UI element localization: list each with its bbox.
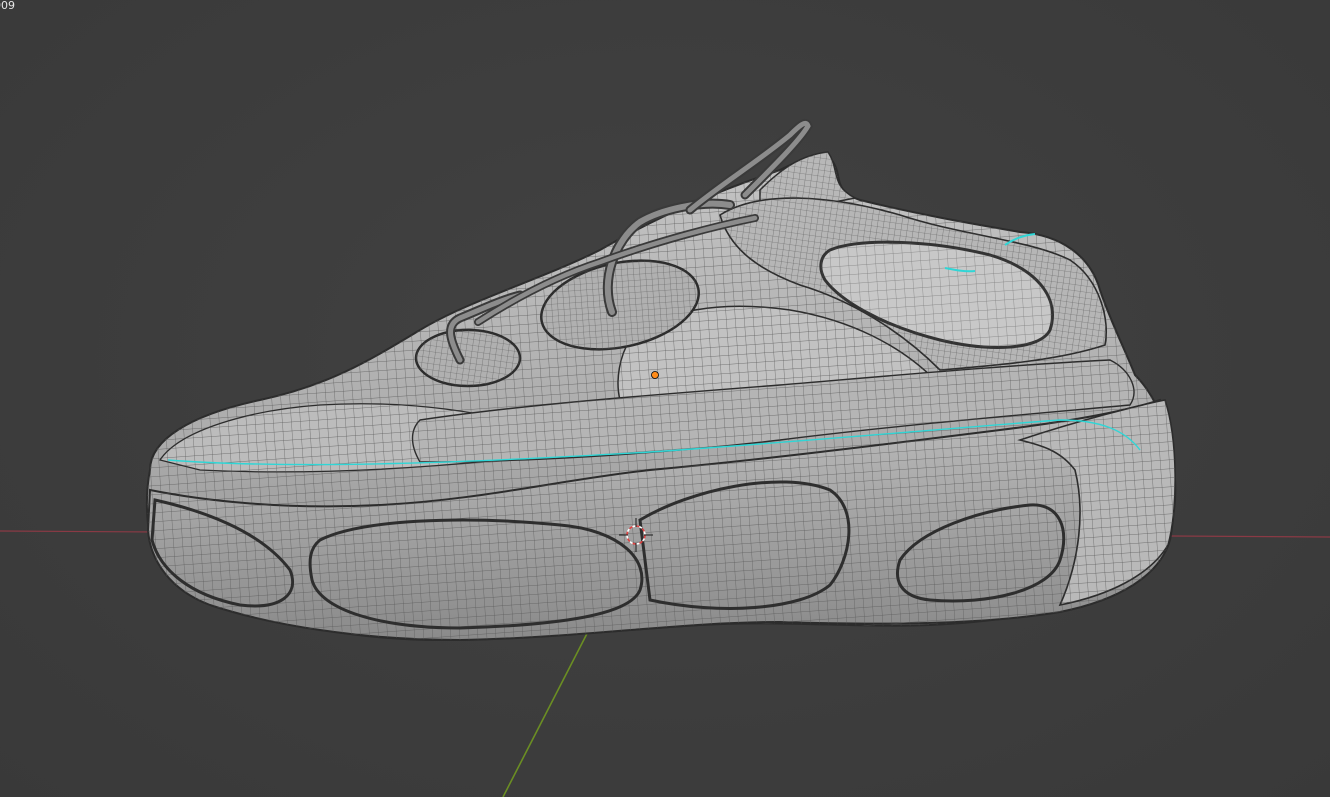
x-axis-line xyxy=(0,530,161,533)
eyelet-pod-front-wire xyxy=(416,330,520,386)
viewport-scene[interactable] xyxy=(0,0,1330,797)
sneaker-mesh[interactable] xyxy=(146,118,1177,642)
3d-viewport[interactable]: 009 xyxy=(0,0,1330,797)
x-axis-line-right xyxy=(1169,535,1330,538)
viewport-object-label: 009 xyxy=(0,0,15,12)
y-axis-line xyxy=(502,619,595,797)
object-origin-dot[interactable] xyxy=(651,371,659,379)
